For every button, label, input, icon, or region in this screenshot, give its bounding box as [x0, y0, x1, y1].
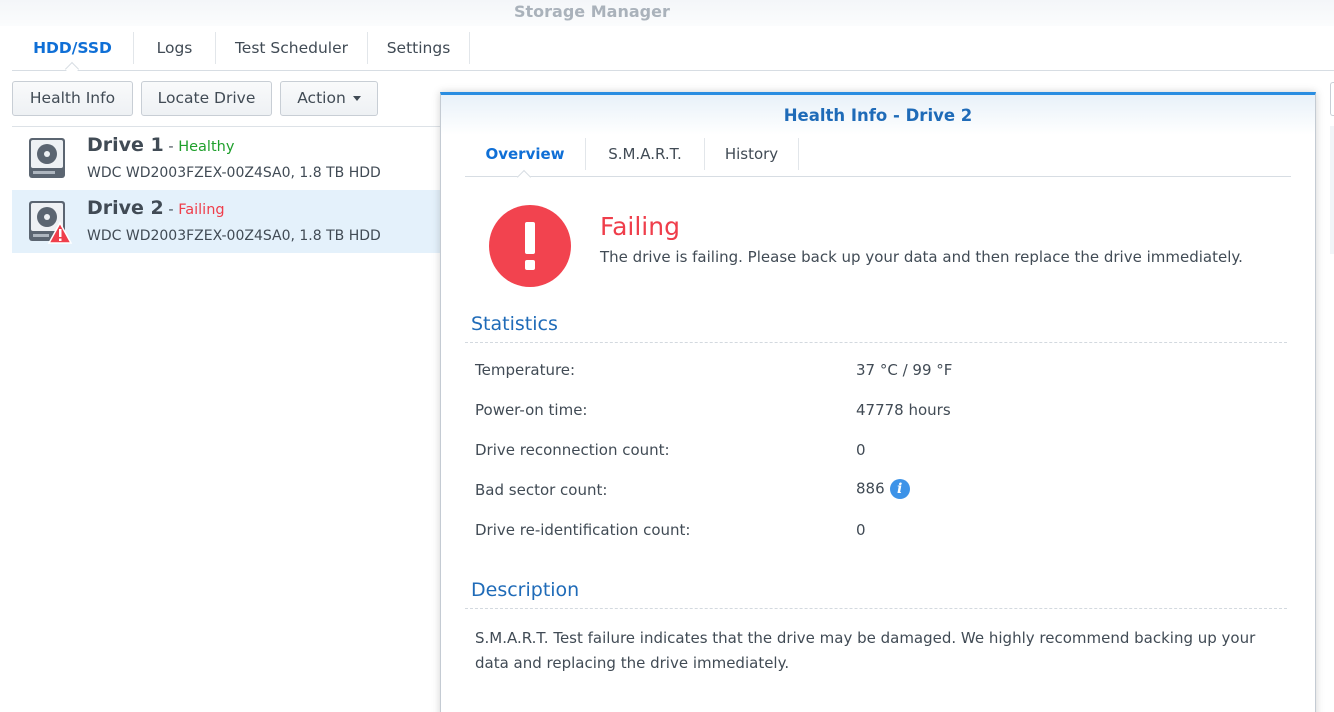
- drive-model: WDC WD2003FZEX-00Z4SA0, 1.8 TB HDD: [87, 165, 381, 181]
- stat-value-reidentification-count: 0: [856, 521, 866, 539]
- tab-hdd-ssd[interactable]: HDD/SSD: [12, 32, 134, 64]
- status-healthy: Healthy: [178, 139, 235, 155]
- tab-smart[interactable]: S.M.A.R.T.: [586, 138, 705, 170]
- health-status-title: Failing: [600, 212, 680, 241]
- statistics-heading: Statistics: [471, 313, 558, 335]
- title-bar: Storage Manager: [0, 0, 1334, 26]
- drive-row-1[interactable]: Drive 1 - Healthy WDC WD2003FZEX-00Z4SA0…: [12, 127, 452, 190]
- main-tab-bar: HDD/SSD Logs Test Scheduler Settings: [12, 26, 1334, 77]
- stat-label-bad-sector-count: Bad sector count:: [475, 481, 608, 499]
- description-divider: [465, 608, 1287, 609]
- error-exclamation-icon: [489, 205, 571, 287]
- health-status-message: The drive is failing. Please back up you…: [600, 248, 1243, 266]
- stat-label-temperature: Temperature:: [475, 361, 576, 379]
- drive-name-label: Drive 2: [87, 197, 164, 219]
- drive-row-2[interactable]: Drive 2 - Failing WDC WD2003FZEX-00Z4SA0…: [12, 190, 452, 253]
- dialog-title: Health Info - Drive 2: [783, 106, 973, 125]
- tab-overview[interactable]: Overview: [465, 138, 586, 170]
- locate-drive-button[interactable]: Locate Drive: [141, 81, 272, 116]
- stat-value-temperature: 37 °C / 99 °F: [856, 361, 953, 379]
- bad-sector-value: 886: [856, 479, 885, 498]
- partial-panel-edge: [1330, 126, 1334, 254]
- active-tab-indicator: [516, 169, 532, 185]
- active-tab-indicator: [64, 61, 80, 77]
- status-failing: Failing: [178, 202, 225, 218]
- drive-model: WDC WD2003FZEX-00Z4SA0, 1.8 TB HDD: [87, 228, 381, 244]
- tab-settings[interactable]: Settings: [368, 32, 470, 64]
- status-separator: -: [163, 139, 179, 155]
- app-title: Storage Manager: [514, 2, 670, 21]
- action-dropdown-button[interactable]: Action: [280, 81, 378, 116]
- health-info-button[interactable]: Health Info: [12, 81, 133, 116]
- hdd-warning-icon: [28, 200, 73, 248]
- tab-logs[interactable]: Logs: [134, 32, 216, 64]
- drive-name: Drive 1 - Healthy: [87, 134, 234, 156]
- info-icon[interactable]: i: [889, 479, 910, 499]
- stat-label-power-on-time: Power-on time:: [475, 401, 588, 419]
- tab-history[interactable]: History: [705, 138, 799, 170]
- stat-value-power-on-time: 47778 hours: [856, 401, 951, 419]
- stat-value-bad-sector-count: 886 i: [856, 479, 910, 499]
- dialog-tab-bar: Overview S.M.A.R.T. History: [465, 135, 1291, 185]
- tab-test-scheduler[interactable]: Test Scheduler: [216, 32, 368, 64]
- stat-label-reidentification-count: Drive re-identification count:: [475, 521, 691, 539]
- description-text: S.M.A.R.T. Test failure indicates that t…: [475, 629, 1256, 672]
- drive-name-label: Drive 1: [87, 134, 164, 156]
- partial-button-edge: [1330, 82, 1334, 116]
- hdd-icon: [28, 137, 66, 183]
- drive-name: Drive 2 - Failing: [87, 197, 225, 219]
- status-separator: -: [163, 202, 179, 218]
- stat-value-reconnection-count: 0: [856, 441, 866, 459]
- description-heading: Description: [471, 579, 580, 601]
- stat-label-reconnection-count: Drive reconnection count:: [475, 441, 670, 459]
- action-button-label: Action: [297, 89, 346, 107]
- health-info-dialog: Health Info - Drive 2 Overview S.M.A.R.T…: [440, 92, 1316, 712]
- chevron-down-icon: [352, 96, 361, 101]
- dialog-header[interactable]: Health Info - Drive 2: [441, 95, 1315, 135]
- statistics-divider: [465, 342, 1287, 343]
